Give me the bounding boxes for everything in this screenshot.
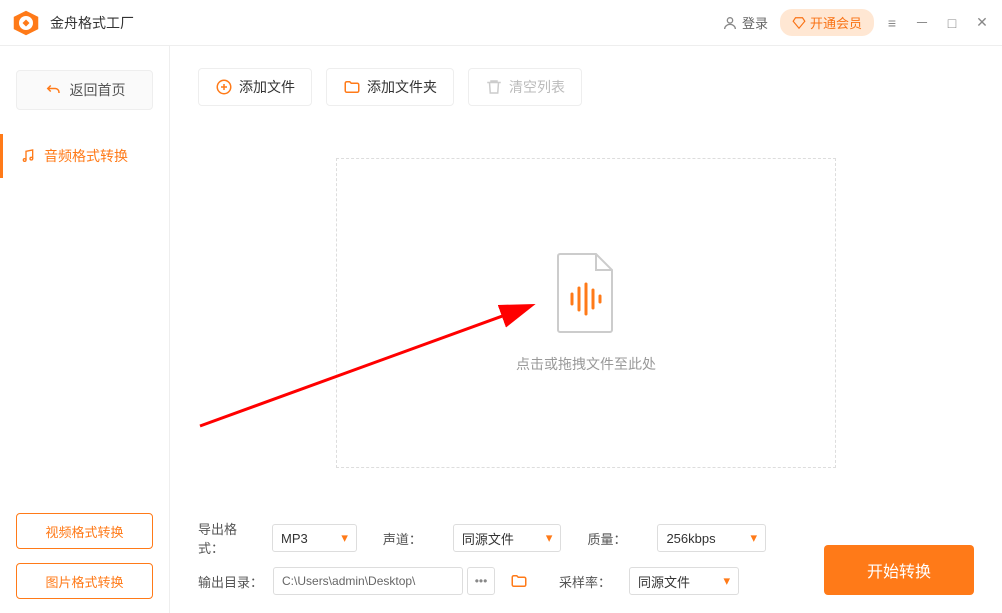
plus-circle-icon <box>215 78 233 96</box>
vip-button[interactable]: 开通会员 <box>780 9 874 36</box>
clear-list-label: 清空列表 <box>509 77 565 97</box>
login-label: 登录 <box>742 13 768 32</box>
title-bar: 金舟格式工厂 登录 开通会员 ≡ － □ ✕ <box>0 0 1002 46</box>
sidebar-video-button[interactable]: 视频格式转换 <box>16 513 153 549</box>
dropzone-text: 点击或拖拽文件至此处 <box>516 354 656 374</box>
login-button[interactable]: 登录 <box>722 13 768 32</box>
start-convert-button[interactable]: 开始转换 <box>824 545 974 595</box>
channel-select[interactable]: 同源文件 ▾ <box>453 524 562 552</box>
music-note-icon <box>20 148 36 164</box>
open-folder-button[interactable] <box>505 567 533 595</box>
output-controls: 导出格式： MP3▾ 声道： 同源文件▾ 质量： 256kbps▾ 输出目录： … <box>198 519 766 595</box>
minimize-icon[interactable]: － <box>914 13 930 33</box>
output-path-input[interactable]: C:\Users\admin\Desktop\ <box>273 567 463 595</box>
chevron-down-icon: ▾ <box>341 530 348 546</box>
format-value: MP3 <box>281 531 308 546</box>
sample-select[interactable]: 同源文件 ▾ <box>629 567 739 595</box>
back-label: 返回首页 <box>70 80 126 100</box>
output-label: 输出目录： <box>198 572 263 591</box>
sidebar-image-label: 图片格式转换 <box>45 572 123 591</box>
sample-value: 同源文件 <box>638 572 690 591</box>
menu-icon[interactable]: ≡ <box>884 15 900 31</box>
add-folder-label: 添加文件夹 <box>367 77 437 97</box>
format-select[interactable]: MP3 ▾ <box>272 524 357 552</box>
user-icon <box>722 15 738 31</box>
sample-label: 采样率： <box>559 572 619 591</box>
channel-label: 声道： <box>383 529 443 548</box>
channel-value: 同源文件 <box>462 529 514 548</box>
main-area: 添加文件 添加文件夹 清空列表 点击或拖拽文件至此处 <box>170 46 1002 613</box>
bottom-panel: 导出格式： MP3▾ 声道： 同源文件▾ 质量： 256kbps▾ 输出目录： … <box>198 505 974 613</box>
toolbar: 添加文件 添加文件夹 清空列表 <box>198 68 974 106</box>
window-controls: ≡ － □ ✕ <box>884 13 990 33</box>
path-more-button[interactable]: ••• <box>467 567 495 595</box>
output-path-value: C:\Users\admin\Desktop\ <box>282 574 415 588</box>
maximize-icon[interactable]: □ <box>944 15 960 31</box>
clear-list-button: 清空列表 <box>468 68 582 106</box>
close-icon[interactable]: ✕ <box>974 14 990 31</box>
quality-value: 256kbps <box>666 531 715 546</box>
dropzone[interactable]: 点击或拖拽文件至此处 <box>336 158 836 468</box>
add-file-label: 添加文件 <box>239 77 295 97</box>
add-file-button[interactable]: 添加文件 <box>198 68 312 106</box>
back-home-button[interactable]: 返回首页 <box>16 70 153 110</box>
chevron-down-icon: ▾ <box>546 530 553 546</box>
sidebar: 返回首页 音频格式转换 视频格式转换 图片格式转换 <box>0 46 170 613</box>
quality-select[interactable]: 256kbps ▾ <box>657 524 766 552</box>
folder-icon <box>343 78 361 96</box>
add-folder-button[interactable]: 添加文件夹 <box>326 68 454 106</box>
sidebar-video-label: 视频格式转换 <box>45 522 123 541</box>
sidebar-audio-label: 音频格式转换 <box>44 146 128 166</box>
chevron-down-icon: ▾ <box>723 573 730 589</box>
start-label: 开始转换 <box>867 558 931 582</box>
folder-open-icon <box>510 572 528 590</box>
vip-label: 开通会员 <box>810 13 862 32</box>
chevron-down-icon: ▾ <box>750 530 757 546</box>
sidebar-item-audio[interactable]: 音频格式转换 <box>0 134 169 178</box>
diamond-icon <box>792 16 806 30</box>
back-arrow-icon <box>44 81 62 99</box>
file-audio-icon <box>550 252 622 334</box>
app-logo-icon <box>12 9 40 37</box>
quality-label: 质量： <box>587 529 647 548</box>
app-title: 金舟格式工厂 <box>50 13 722 33</box>
format-label: 导出格式： <box>198 519 262 557</box>
trash-icon <box>485 78 503 96</box>
sidebar-image-button[interactable]: 图片格式转换 <box>16 563 153 599</box>
